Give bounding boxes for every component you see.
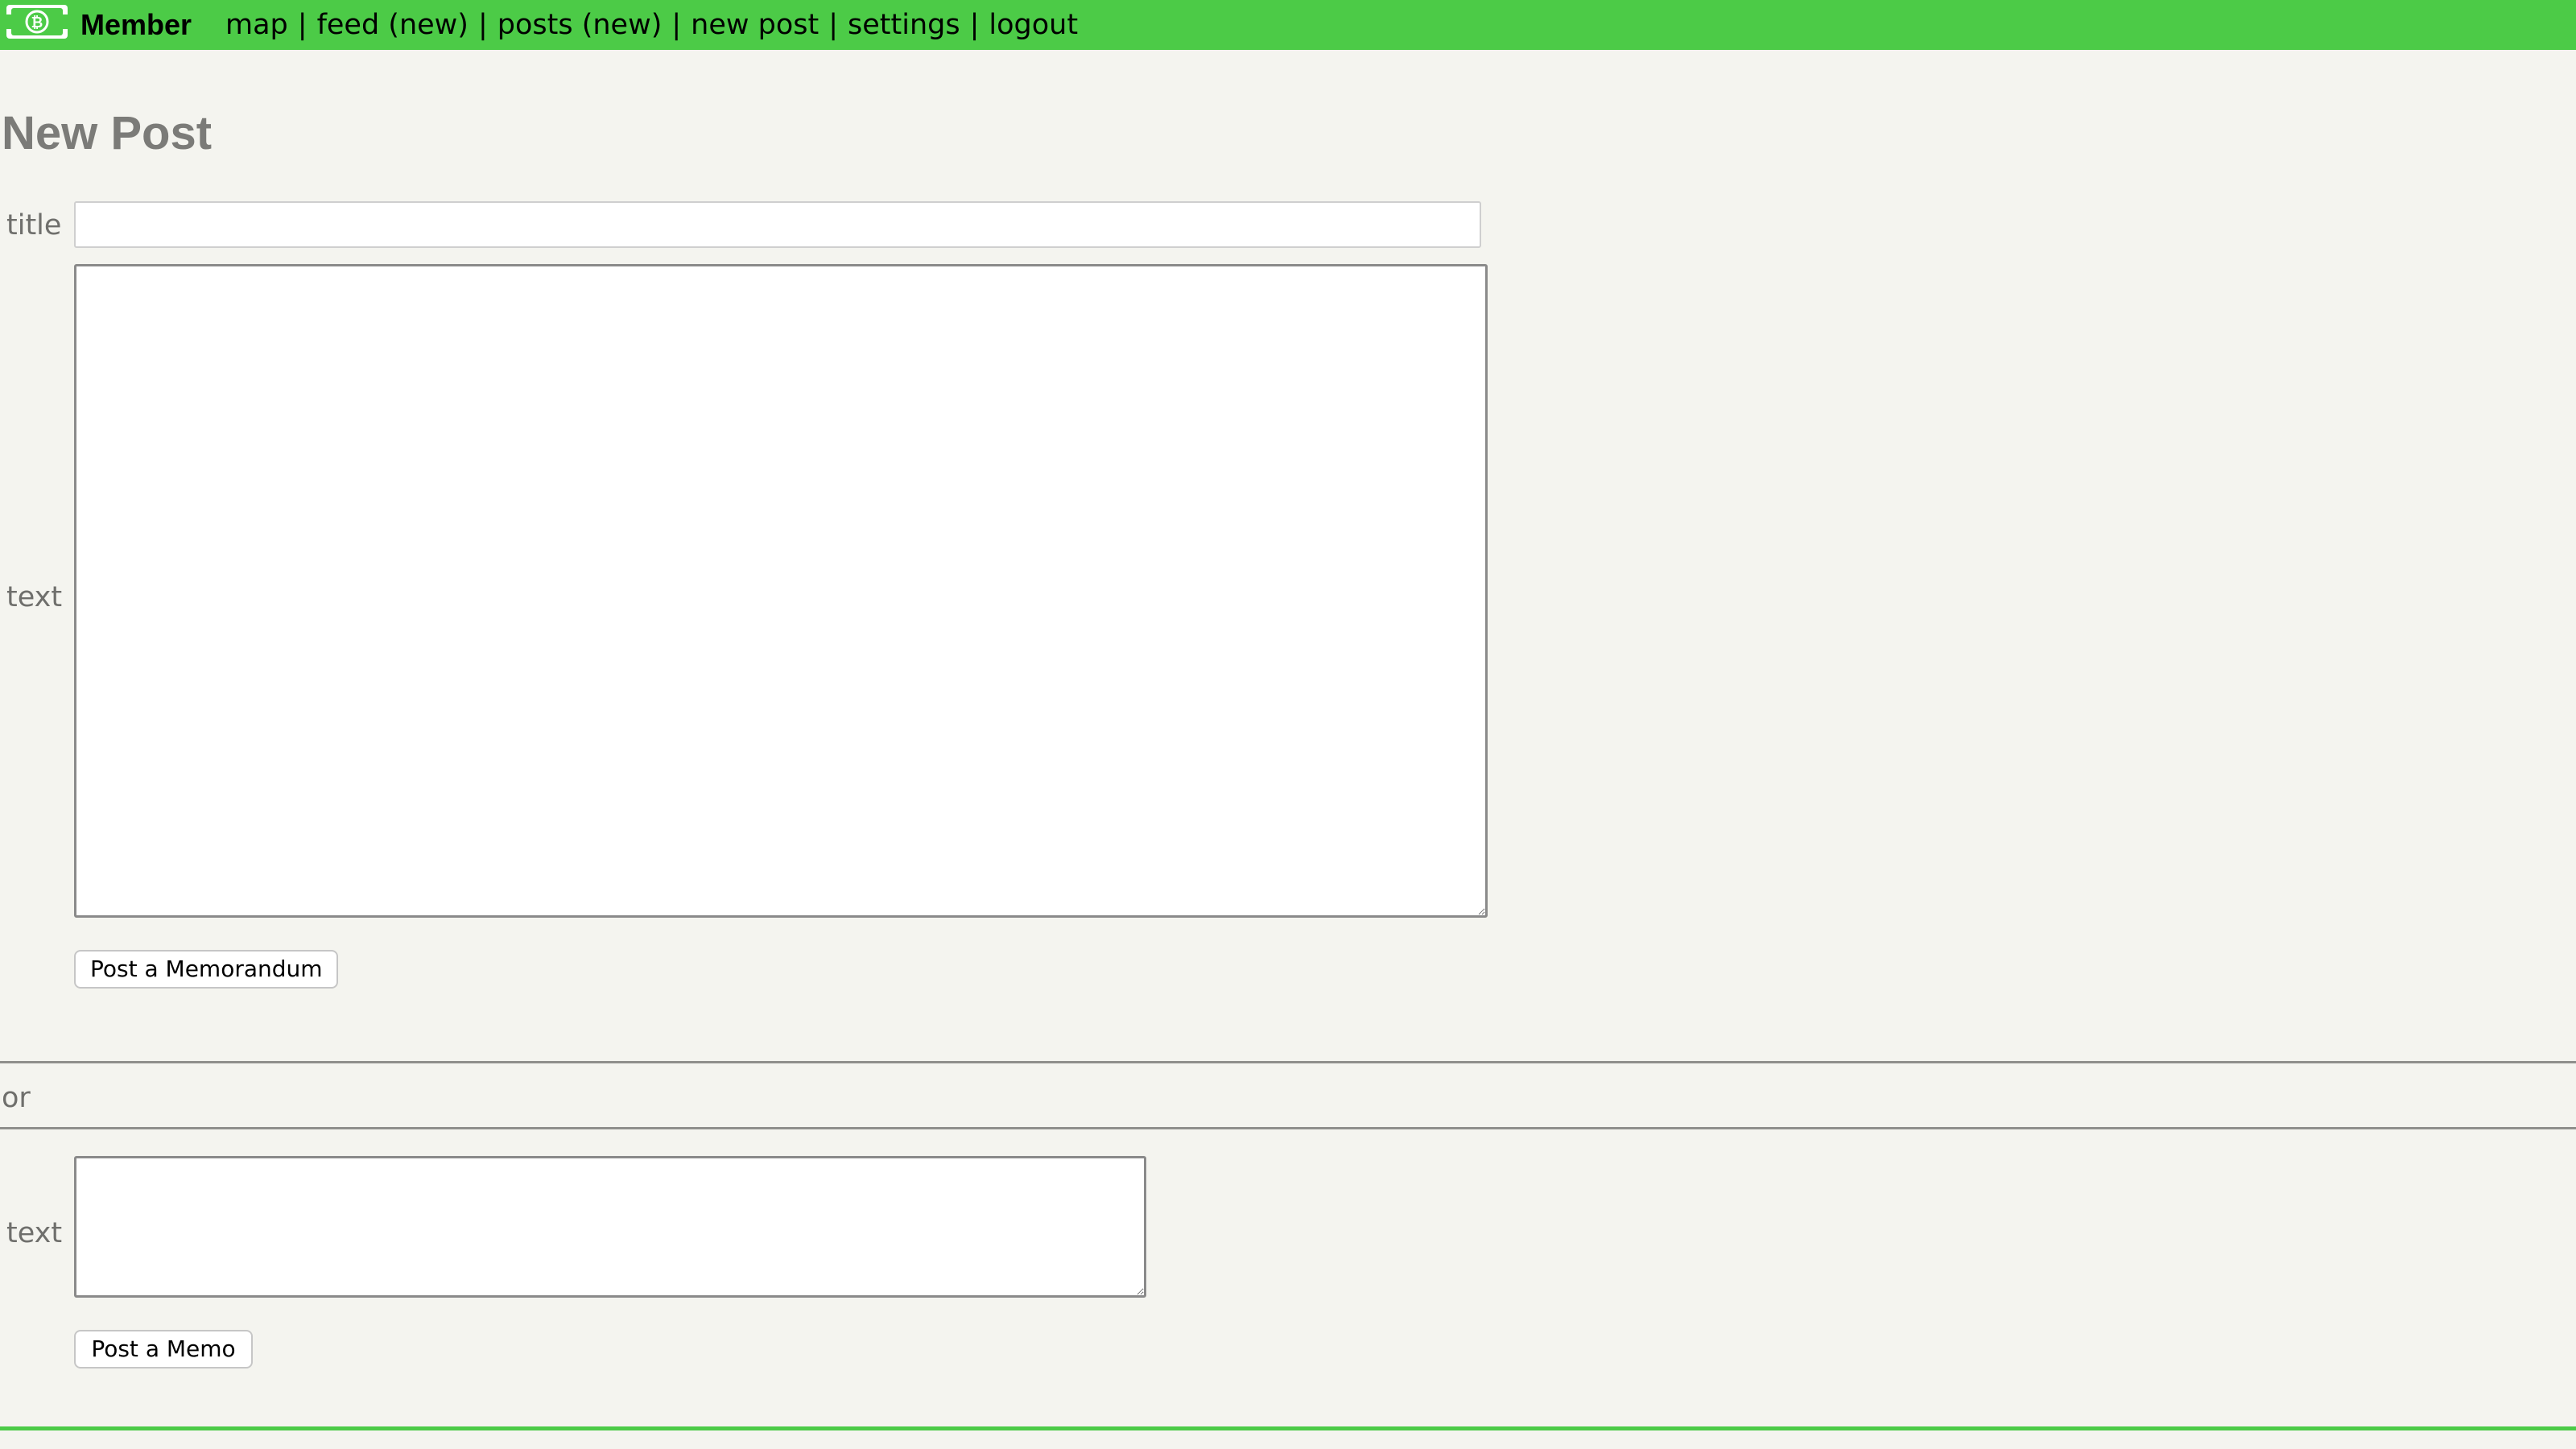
- post-memo-button[interactable]: Post a Memo: [74, 1330, 253, 1368]
- svg-text:₿: ₿: [31, 14, 43, 31]
- main-nav: map | feed (new) | posts (new) | new post | sett…: [225, 8, 1078, 42]
- memo-text-area[interactable]: [74, 1156, 1146, 1298]
- nav-separator: |: [671, 9, 682, 41]
- nav-separator: |: [969, 9, 980, 41]
- divider-top: [0, 1061, 2576, 1063]
- nav-separator: |: [828, 9, 839, 41]
- top-nav-bar: ₿ Member map | feed (new) | posts (new) | new …: [0, 0, 2576, 50]
- nav-link-feed[interactable]: feed (new): [317, 9, 469, 41]
- nav-separator: |: [477, 9, 488, 41]
- brand-member-link[interactable]: Member: [80, 8, 192, 42]
- divider-bottom: [0, 1127, 2576, 1129]
- footer-rule: [0, 1426, 2576, 1430]
- or-label: or: [2, 1082, 31, 1114]
- bitcoin-cash-logo-icon[interactable]: ₿: [5, 3, 69, 40]
- nav-link-new-post[interactable]: new post: [691, 9, 819, 41]
- memorandum-text-area[interactable]: [74, 264, 1488, 918]
- nav-link-settings[interactable]: settings: [848, 9, 960, 41]
- nav-link-logout[interactable]: logout: [989, 9, 1078, 41]
- nav-link-map[interactable]: map: [225, 9, 288, 41]
- title-input[interactable]: [74, 201, 1481, 248]
- nav-link-posts[interactable]: posts (new): [497, 9, 663, 41]
- title-label: title: [6, 209, 62, 242]
- post-memorandum-button[interactable]: Post a Memorandum: [74, 950, 338, 989]
- memorandum-text-label: text: [6, 581, 63, 613]
- memo-text-label: text: [6, 1217, 63, 1249]
- nav-separator: |: [297, 9, 308, 41]
- page-title: New Post: [2, 107, 213, 159]
